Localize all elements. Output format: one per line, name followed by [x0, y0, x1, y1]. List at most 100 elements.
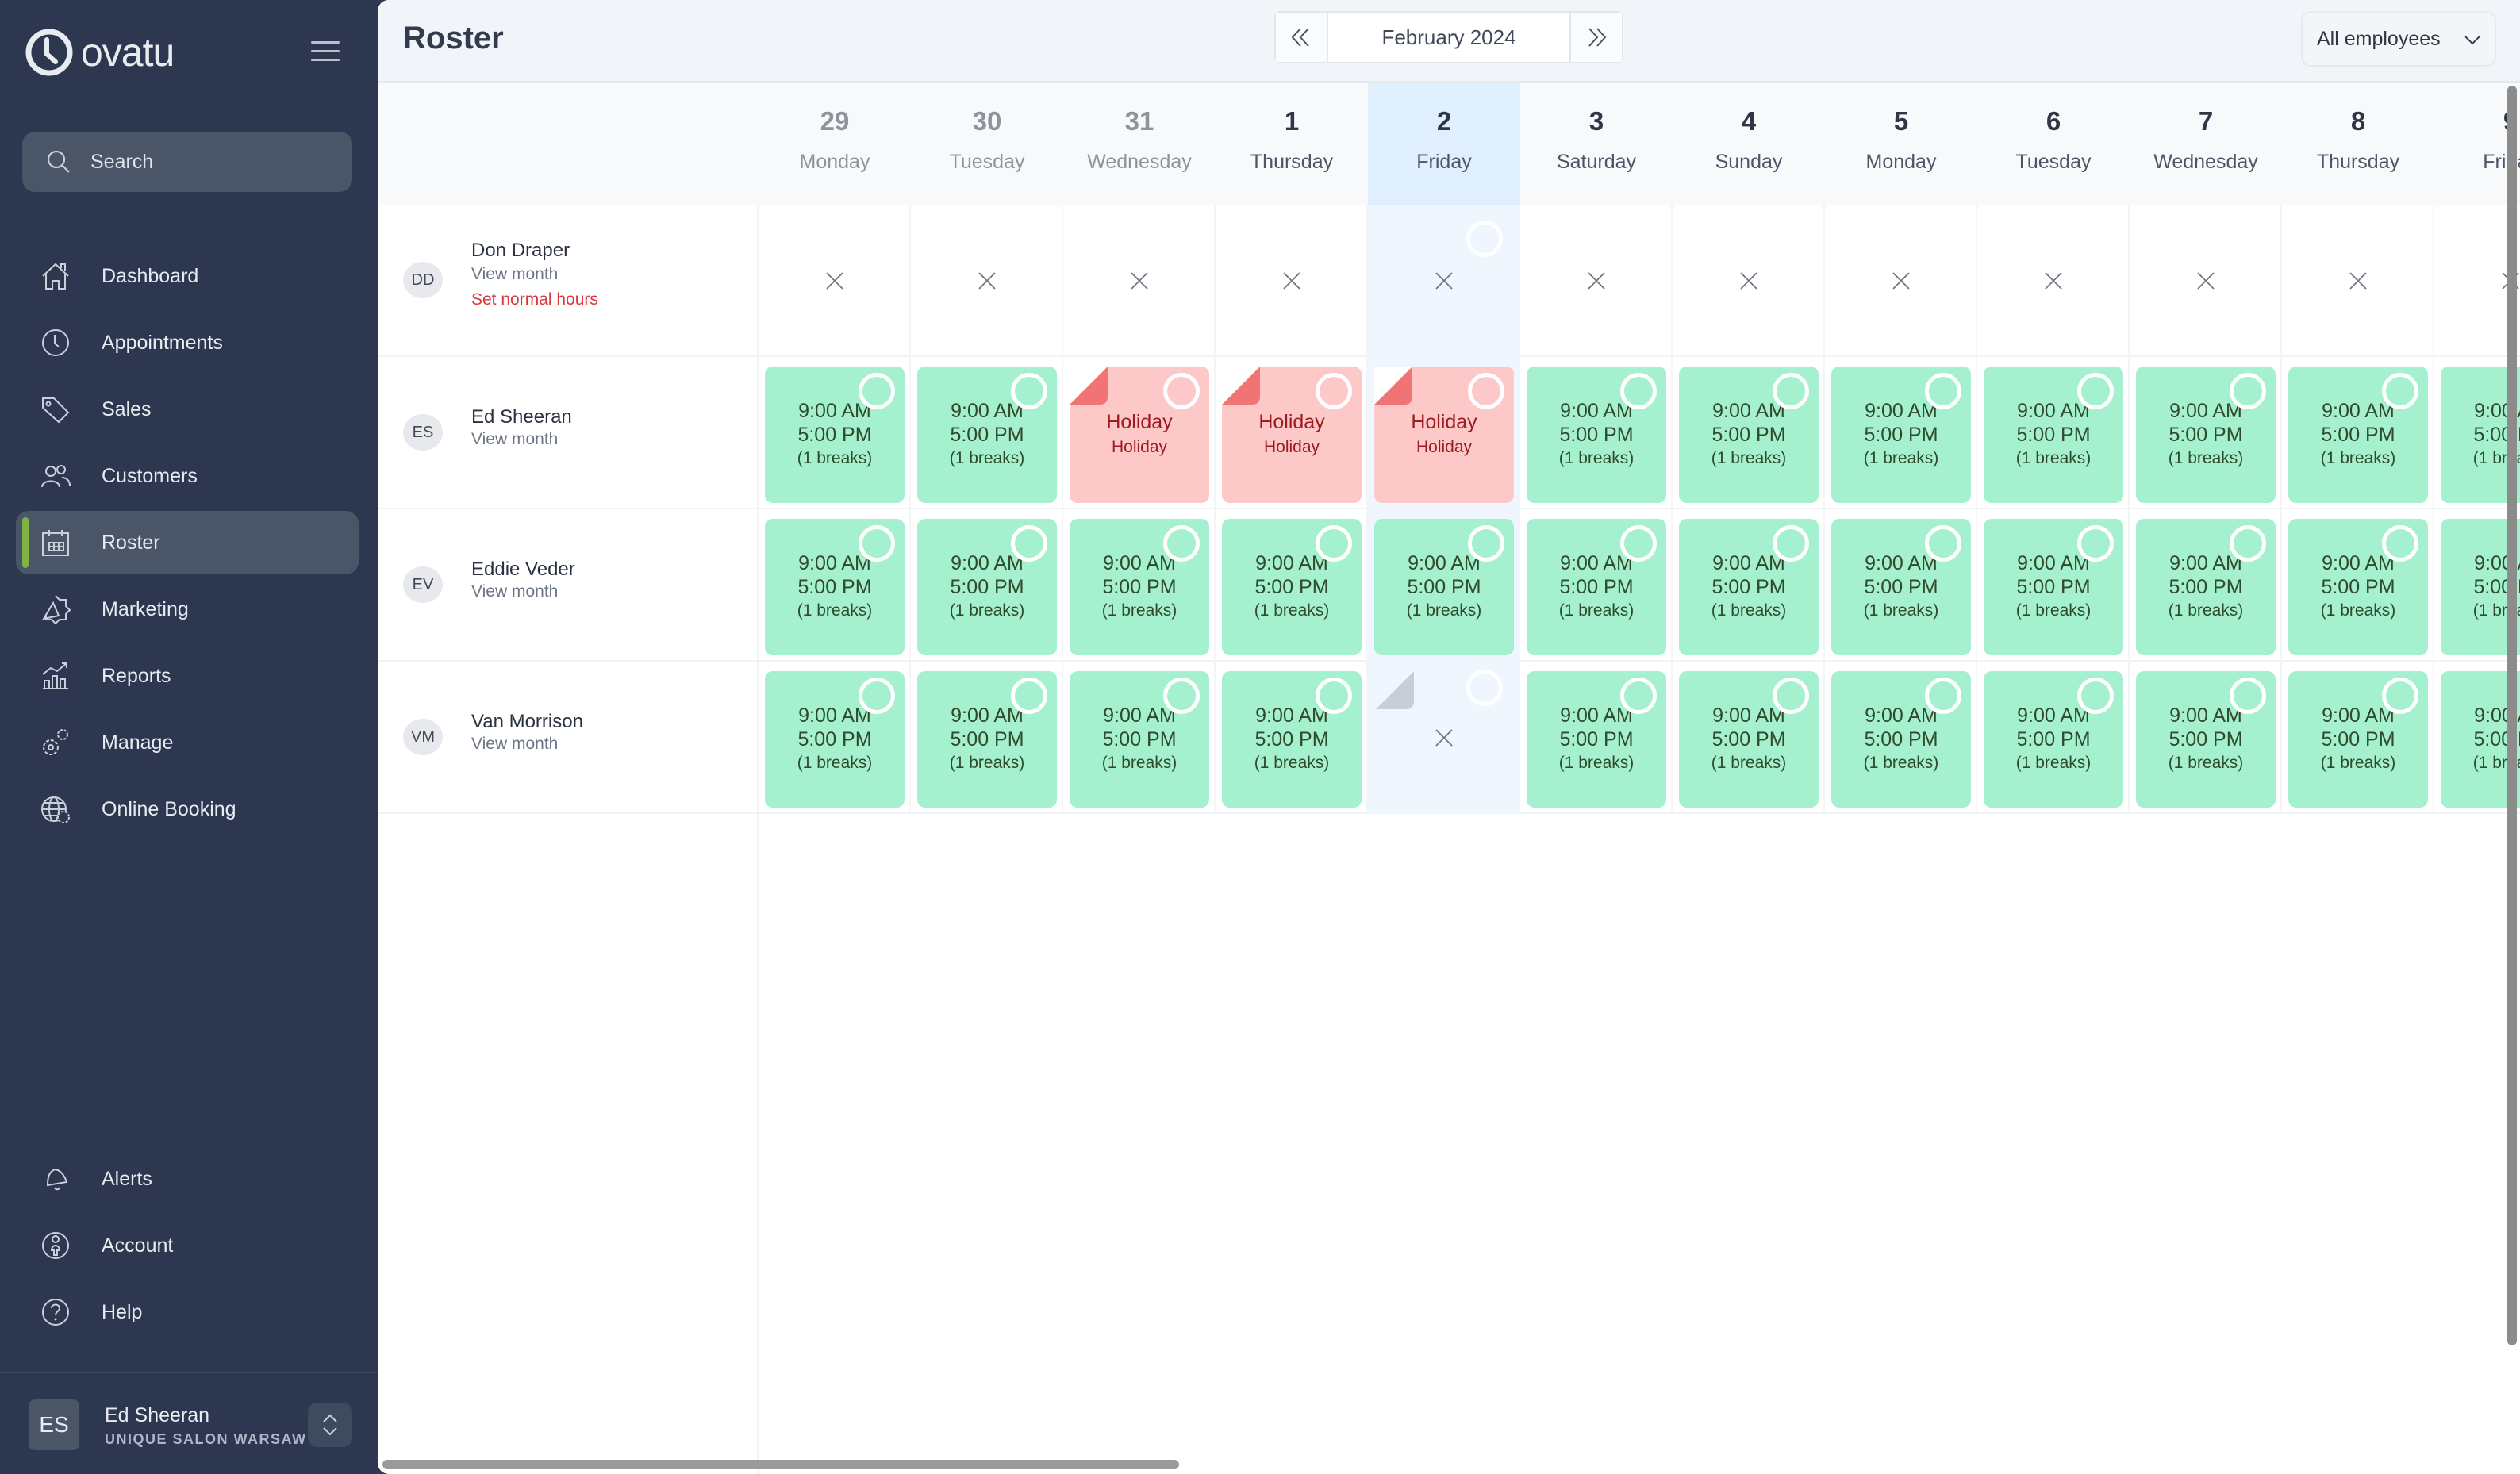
roster-cell[interactable]: [2282, 205, 2434, 357]
roster-cell[interactable]: 9:00 AM5:00 PM(1 breaks): [1673, 662, 1825, 814]
roster-cell[interactable]: 9:00 AM5:00 PM(1 breaks): [759, 509, 911, 662]
select-circle-icon[interactable]: [859, 373, 895, 409]
horizontal-scrollbar[interactable]: [382, 1460, 1179, 1469]
select-circle-icon[interactable]: [1468, 525, 1504, 562]
select-circle-icon[interactable]: [1466, 670, 1503, 706]
roster-cell[interactable]: 9:00 AM5:00 PM(1 breaks): [759, 662, 911, 814]
select-circle-icon[interactable]: [2382, 678, 2418, 714]
select-circle-icon[interactable]: [859, 525, 895, 562]
shift-block[interactable]: 9:00 AM5:00 PM(1 breaks): [1679, 671, 1819, 808]
shift-block[interactable]: 9:00 AM5:00 PM(1 breaks): [1527, 519, 1666, 655]
select-circle-icon[interactable]: [1316, 373, 1352, 409]
shift-block[interactable]: 9:00 AM5:00 PM(1 breaks): [1222, 519, 1362, 655]
select-circle-icon[interactable]: [1316, 525, 1352, 562]
select-circle-icon[interactable]: [1773, 678, 1809, 714]
select-circle-icon[interactable]: [1925, 373, 1961, 409]
shift-block[interactable]: 9:00 AM5:00 PM(1 breaks): [1831, 671, 1971, 808]
roster-cell[interactable]: 9:00 AM5:00 PM(1 breaks): [1216, 509, 1368, 662]
shift-block[interactable]: 9:00 AM5:00 PM(1 breaks): [1527, 367, 1666, 503]
roster-cell[interactable]: [1673, 205, 1825, 357]
search-input[interactable]: [89, 149, 327, 175]
select-circle-icon[interactable]: [1163, 678, 1200, 714]
select-circle-icon[interactable]: [2382, 525, 2418, 562]
roster-cell[interactable]: 9:00 AM5:00 PM(1 breaks): [1063, 662, 1216, 814]
roster-cell[interactable]: 9:00 AM5:00 PM(1 breaks): [1825, 509, 1977, 662]
select-circle-icon[interactable]: [1468, 373, 1504, 409]
sidebar-item-manage[interactable]: Manage: [16, 711, 359, 774]
shift-block[interactable]: 9:00 AM5:00 PM(1 breaks): [1679, 367, 1819, 503]
select-circle-icon[interactable]: [1011, 525, 1047, 562]
select-circle-icon[interactable]: [2230, 525, 2266, 562]
shift-block[interactable]: 9:00 AM5:00 PM(1 breaks): [2288, 671, 2428, 808]
shift-block[interactable]: 9:00 AM5:00 PM(1 breaks): [917, 519, 1057, 655]
next-month-button[interactable]: [1571, 13, 1622, 62]
select-circle-icon[interactable]: [1163, 525, 1200, 562]
roster-cell[interactable]: [759, 205, 911, 357]
roster-cell[interactable]: 9:00 AM5:00 PM(1 breaks): [1977, 662, 2130, 814]
sidebar-item-sales[interactable]: Sales: [16, 378, 359, 441]
select-circle-icon[interactable]: [859, 678, 895, 714]
roster-cell[interactable]: Holiday Holiday: [1368, 357, 1520, 509]
employee-filter-select[interactable]: All employees: [2301, 11, 2496, 67]
search-box[interactable]: [22, 132, 352, 192]
sidebar-item-appointments[interactable]: Appointments: [16, 311, 359, 374]
select-circle-icon[interactable]: [1773, 525, 1809, 562]
sidebar-item-alerts[interactable]: Alerts: [16, 1147, 359, 1211]
shift-block[interactable]: 9:00 AM5:00 PM(1 breaks): [1984, 367, 2123, 503]
roster-cell[interactable]: 9:00 AM5:00 PM(1 breaks): [1673, 357, 1825, 509]
roster-cell[interactable]: 9:00 AM5:00 PM(1 breaks): [1520, 357, 1673, 509]
holiday-block[interactable]: Holiday Holiday: [1374, 367, 1514, 503]
shift-block[interactable]: 9:00 AM5:00 PM(1 breaks): [1222, 671, 1362, 808]
select-circle-icon[interactable]: [1466, 221, 1503, 257]
menu-toggle-button[interactable]: [311, 41, 340, 63]
select-circle-icon[interactable]: [1620, 678, 1657, 714]
sidebar-item-help[interactable]: Help: [16, 1280, 359, 1344]
roster-cell[interactable]: 9:00 AM5:00 PM(1 breaks): [1368, 509, 1520, 662]
roster-cell[interactable]: 9:00 AM5:00 PM(1 breaks): [2130, 357, 2282, 509]
select-circle-icon[interactable]: [2077, 678, 2114, 714]
roster-cell[interactable]: 9:00 AM5:00 PM(1 breaks): [1673, 509, 1825, 662]
roster-cell[interactable]: 9:00 AM5:00 PM(1 breaks): [911, 357, 1063, 509]
roster-cell[interactable]: 9:00 AM5:00 PM(1 breaks): [1520, 662, 1673, 814]
select-circle-icon[interactable]: [2230, 373, 2266, 409]
select-circle-icon[interactable]: [1316, 678, 1352, 714]
sidebar-item-reports[interactable]: Reports: [16, 644, 359, 708]
roster-cell[interactable]: 9:00 AM5:00 PM(1 breaks): [759, 357, 911, 509]
roster-cell[interactable]: 9:00 AM5:00 PM(1 breaks): [1977, 509, 2130, 662]
roster-cell[interactable]: 9:00 AM5:00 PM(1 breaks): [1977, 357, 2130, 509]
shift-block[interactable]: 9:00 AM5:00 PM(1 breaks): [2136, 519, 2276, 655]
roster-cell[interactable]: 9:00 AM5:00 PM(1 breaks): [1063, 509, 1216, 662]
shift-block[interactable]: 9:00 AM5:00 PM(1 breaks): [1984, 671, 2123, 808]
roster-cell[interactable]: [1368, 662, 1520, 814]
roster-cell[interactable]: [1977, 205, 2130, 357]
select-circle-icon[interactable]: [1163, 373, 1200, 409]
current-user[interactable]: ES Ed Sheeran UNIQUE SALON WARSAW: [29, 1399, 305, 1450]
sidebar-item-marketing[interactable]: Marketing: [16, 578, 359, 641]
shift-block[interactable]: 9:00 AM5:00 PM(1 breaks): [765, 367, 905, 503]
previous-month-button[interactable]: [1276, 13, 1327, 62]
select-circle-icon[interactable]: [1620, 525, 1657, 562]
account-switcher-button[interactable]: [308, 1403, 352, 1447]
shift-block[interactable]: 9:00 AM5:00 PM(1 breaks): [2136, 367, 2276, 503]
roster-cell[interactable]: [1368, 205, 1520, 357]
select-circle-icon[interactable]: [1011, 678, 1047, 714]
shift-block[interactable]: 9:00 AM5:00 PM(1 breaks): [2136, 671, 2276, 808]
shift-block[interactable]: 9:00 AM5:00 PM(1 breaks): [1984, 519, 2123, 655]
roster-cell[interactable]: [1216, 205, 1368, 357]
shift-block[interactable]: 9:00 AM5:00 PM(1 breaks): [1831, 367, 1971, 503]
select-circle-icon[interactable]: [2077, 525, 2114, 562]
roster-cell[interactable]: 9:00 AM5:00 PM(1 breaks): [911, 662, 1063, 814]
current-month-label[interactable]: February 2024: [1327, 13, 1571, 62]
select-circle-icon[interactable]: [1925, 525, 1961, 562]
select-circle-icon[interactable]: [2077, 373, 2114, 409]
logo[interactable]: ovatu: [24, 27, 175, 78]
shift-block[interactable]: 9:00 AM5:00 PM(1 breaks): [2288, 367, 2428, 503]
select-circle-icon[interactable]: [1620, 373, 1657, 409]
view-month-link[interactable]: View month: [471, 582, 558, 601]
shift-block[interactable]: 9:00 AM5:00 PM(1 breaks): [1527, 671, 1666, 808]
shift-block[interactable]: 9:00 AM5:00 PM(1 breaks): [2288, 519, 2428, 655]
roster-cell[interactable]: 9:00 AM5:00 PM(1 breaks): [911, 509, 1063, 662]
shift-block[interactable]: 9:00 AM5:00 PM(1 breaks): [1679, 519, 1819, 655]
shift-block[interactable]: 9:00 AM5:00 PM(1 breaks): [1831, 519, 1971, 655]
roster-cell[interactable]: 9:00 AM5:00 PM(1 breaks): [2130, 509, 2282, 662]
